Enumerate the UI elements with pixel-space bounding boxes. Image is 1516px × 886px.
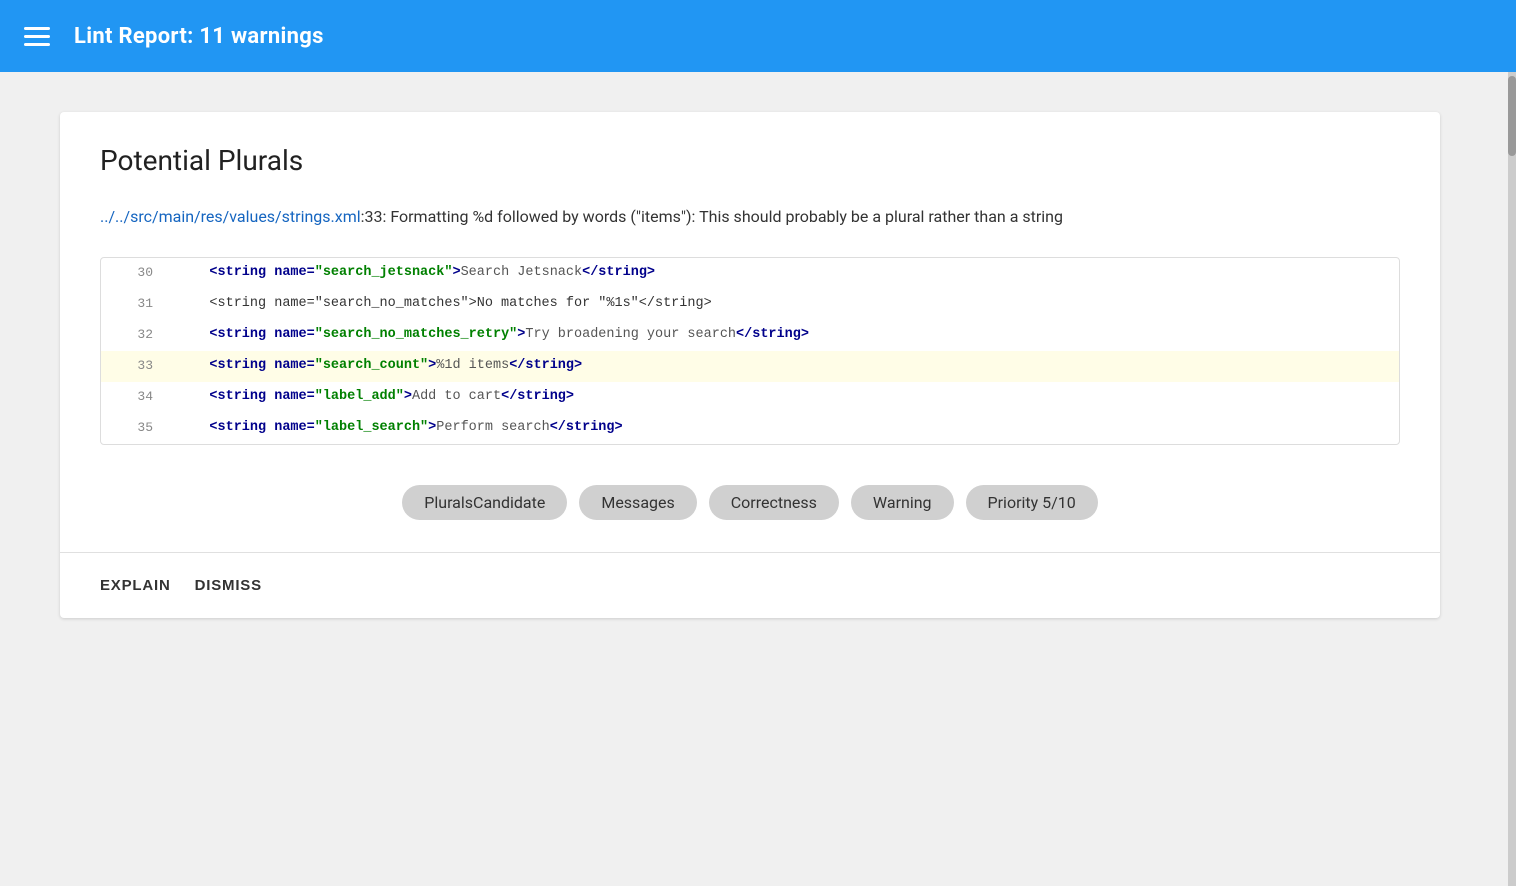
line-number: 34 (117, 386, 153, 408)
menu-icon[interactable] (24, 27, 50, 46)
code-line: 33 <string name="search_count">%1d items… (101, 351, 1399, 382)
tag-badge: Messages (579, 485, 696, 520)
code-line: 31 <string name="search_no_matches">No m… (101, 289, 1399, 320)
tag-badge: Warning (851, 485, 954, 520)
code-content: <string name="search_count">%1d items</s… (177, 355, 582, 378)
code-line: 30 <string name="search_jetsnack">Search… (101, 258, 1399, 289)
code-content: <string name="label_add">Add to cart</st… (177, 386, 574, 409)
scrollbar-track[interactable] (1508, 72, 1516, 886)
card-title: Potential Plurals (100, 144, 1400, 177)
tag-badge: Priority 5/10 (966, 485, 1098, 520)
code-content: <string name="search_no_matches">No matc… (177, 293, 712, 316)
code-content: <string name="label_search">Perform sear… (177, 417, 623, 440)
explain-button[interactable]: EXPLAIN (100, 573, 171, 598)
card-footer: EXPLAIN DISMISS (100, 553, 1400, 618)
description-text: :33: Formatting %d followed by words ("i… (361, 207, 1063, 226)
tag-badge: PluralsCandidate (402, 485, 567, 520)
header-title: Lint Report: 11 warnings (74, 24, 324, 49)
tag-badge: Correctness (709, 485, 839, 520)
code-block: 30 <string name="search_jetsnack">Search… (100, 257, 1400, 445)
tags-row: PluralsCandidate Messages Correctness Warni… (100, 477, 1400, 552)
code-line: 32 <string name="search_no_matches_retry… (101, 320, 1399, 351)
line-number: 33 (117, 355, 153, 377)
app-header: Lint Report: 11 warnings (0, 0, 1516, 72)
issue-description: ../../src/main/res/values/strings.xml:33… (100, 205, 1400, 229)
line-number: 32 (117, 324, 153, 346)
code-line: 35 <string name="label_search">Perform s… (101, 413, 1399, 444)
line-number: 35 (117, 417, 153, 439)
code-line: 34 <string name="label_add">Add to cart<… (101, 382, 1399, 413)
lint-card: Potential Plurals ../../src/main/res/val… (60, 112, 1440, 618)
code-content: <string name="search_jetsnack">Search Je… (177, 262, 655, 285)
line-number: 31 (117, 293, 153, 315)
dismiss-button[interactable]: DISMISS (195, 573, 262, 598)
file-link[interactable]: ../../src/main/res/values/strings.xml (100, 207, 361, 226)
main-content: Potential Plurals ../../src/main/res/val… (0, 72, 1516, 886)
code-content: <string name="search_no_matches_retry">T… (177, 324, 809, 347)
line-number: 30 (117, 262, 153, 284)
scrollbar-thumb[interactable] (1508, 76, 1516, 156)
